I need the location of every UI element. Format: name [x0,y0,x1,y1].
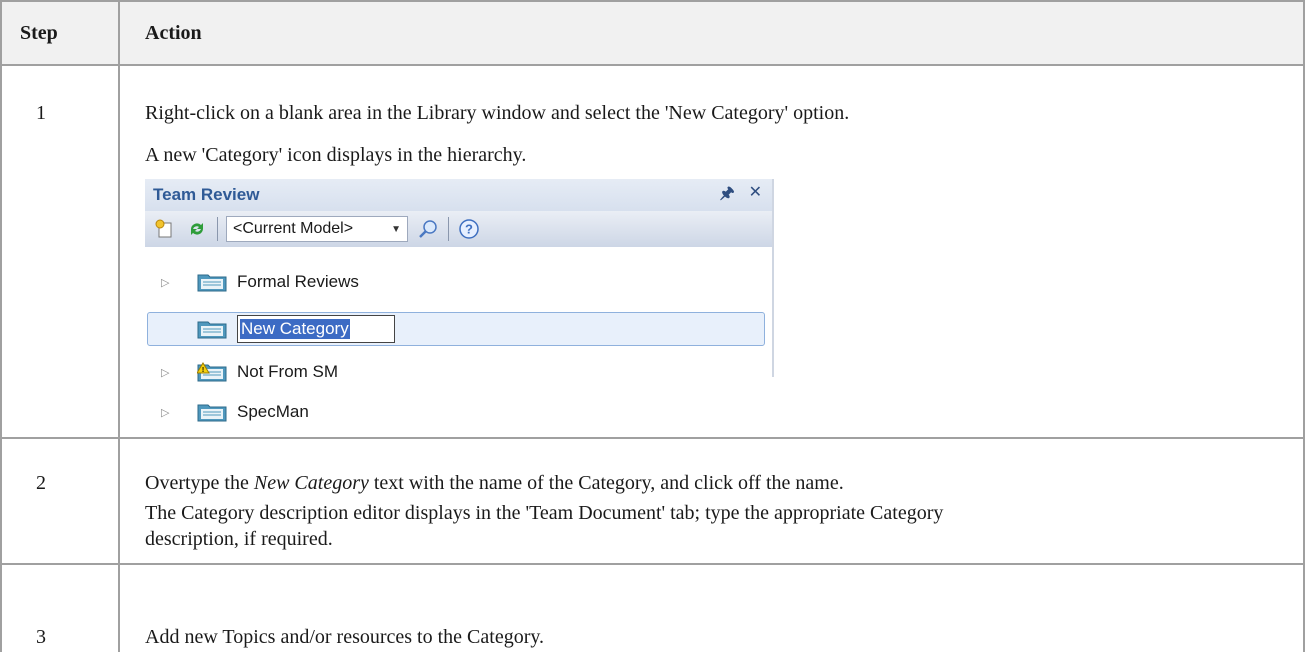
expand-arrow-icon[interactable]: ▷ [161,366,173,379]
emphasized-text: New Category [253,472,369,494]
tree-item-label: SpecMan [237,402,309,421]
toolbar-separator [448,217,449,241]
dropdown-arrow-icon[interactable]: ▼ [391,224,401,235]
pin-icon[interactable]: 🖈︎ [720,182,735,209]
team-review-window: Team Review 🖈︎ ✕ <Current Model> ▼ ? ▷ F… [145,179,774,382]
folder-icon [197,402,227,422]
tree-item-new-category[interactable]: ▷ New Category [145,312,765,346]
action-text: The Category description editor displays… [145,502,944,524]
step-number: 2 [36,472,46,494]
action-text: description, if required. [145,528,333,550]
action-text: Right-click on a blank area in the Libra… [145,102,850,124]
text-segment: Overtype the [145,472,254,494]
help-icon[interactable]: ? [457,217,481,241]
search-icon[interactable] [416,217,440,241]
folder-icon [197,319,227,339]
new-item-icon[interactable] [153,217,177,241]
team-review-titlebar: Team Review 🖈︎ ✕ [145,179,772,211]
action-text: Add new Topics and/or resources to the C… [145,626,545,648]
tree-item-not-from-sm[interactable]: ▷ ! Not From SM [145,355,765,389]
svg-text:?: ? [465,222,473,237]
folder-warning-icon: ! [196,362,227,382]
refresh-icon[interactable] [185,217,209,241]
tree-item-formal-reviews[interactable]: ▷ Formal Reviews [145,265,765,299]
folder-icon [197,272,227,292]
window-title: Team Review [153,185,260,204]
model-select-value: <Current Model> [233,220,354,237]
expand-arrow-icon[interactable]: ▷ [161,406,173,419]
team-review-toolbar: <Current Model> ▼ ? [145,211,772,247]
action-text: Overtype the New Category text with the … [145,470,1265,496]
tree-item-label: Formal Reviews [237,272,359,291]
toolbar-separator [217,217,218,241]
tree-item-label: Not From SM [237,362,339,381]
action-text: A new 'Category' icon displays in the hi… [145,144,527,166]
svg-text:!: ! [202,367,204,374]
header-step: Step [20,22,58,44]
text-segment: text with the name of the Category, and … [368,472,844,494]
header-action: Action [145,22,202,44]
step-number: 1 [36,102,46,124]
close-icon[interactable]: ✕ [749,182,762,209]
model-select[interactable]: <Current Model> ▼ [226,216,408,242]
step-number: 3 [36,626,46,648]
rename-input[interactable]: New Category [237,315,395,343]
tree-item-row[interactable]: ▷ SpecMan [145,395,765,429]
rename-input-text: New Category [240,319,350,339]
expand-arrow-icon[interactable]: ▷ [161,276,173,289]
tree-item-specman[interactable]: ▷ SpecMan [145,395,772,435]
